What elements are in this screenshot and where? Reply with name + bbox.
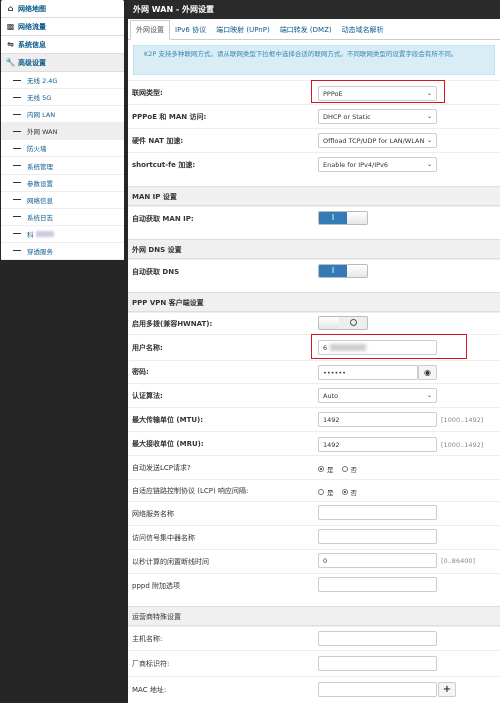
sidebar-item-traffic[interactable]: ▩ 网络流量 [1,18,124,36]
home-icon: ⌂ [7,4,14,13]
row-multi-dial: 启用多拨(兼容HWNAT): [128,312,500,334]
lcp-adaptive-radio: 是否 [318,487,357,497]
circle-icon [349,319,357,326]
sidebar-item-params[interactable]: 参数设置 [1,175,124,192]
radio-yes[interactable] [318,489,324,495]
mac-input[interactable] [318,682,437,697]
row-hw-nat: 硬件 NAT 加速: Offload TCP/UDP for LAN/WLAN ⌄ [128,128,500,152]
sidebar-item-firewall[interactable]: 防火墙 [1,140,124,158]
dash-icon [13,79,21,81]
row-mru: 最大接收单位 (MRU): 1492 [1000..1492] [128,431,500,455]
sidebar-item-system-log[interactable]: 系统日志 [1,209,124,226]
row-auth: 认证算法: Auto ⌄ [128,383,500,407]
dash-icon [13,250,21,252]
tab-ddns[interactable]: 动态域名解析 [337,20,389,39]
sidebar-item-wan[interactable]: 外网 WAN [1,123,124,141]
radio-no[interactable] [341,466,348,472]
highlight-box [311,334,467,359]
chevron-down-icon: ⌄ [426,161,432,168]
lcp-request-radio: 是否 [318,464,357,474]
dash-icon [13,233,21,235]
man-auto-ip-toggle[interactable]: I [318,211,368,225]
wrench-icon: 🔧 [5,58,16,67]
chevron-down-icon: ⌄ [426,392,432,399]
section-wan-dns: 外网 DNS 设置 [128,239,500,259]
page-title: 外网 WAN - 外网设置 [128,0,500,19]
chevron-down-icon: ⌄ [426,113,432,120]
dash-icon [13,130,21,132]
dash-icon [13,96,21,98]
sidebar-item-system-info[interactable]: ⇋ 系统信息 [1,36,124,54]
row-password: 密码: •••••• ◉ [128,360,500,383]
row-hostname: 主机名称: [128,626,500,650]
sidebar-item-lan[interactable]: 内网 LAN [1,106,124,124]
tab-ipv6[interactable]: IPv6 协议 [170,20,211,39]
pppd-opts-input[interactable] [318,577,437,592]
row-ac-name: 访问信号集中器名称 [128,525,500,549]
radio-no[interactable] [341,489,348,495]
hostname-input[interactable] [318,631,437,646]
shortcut-fe-select[interactable]: Enable for IPv4/IPv6 ⌄ [318,157,437,172]
dash-icon [13,147,21,149]
dash-icon [13,165,21,167]
sidebar-item-tunnel[interactable]: 穿透服务 [1,243,124,261]
section-ppp-vpn: PPP VPN 客户端设置 [128,292,500,312]
row-service-name: 网络服务名称 [128,501,500,525]
add-mac-button[interactable]: + [438,682,456,697]
row-shortcut-fe: shortcut-fe 加速: Enable for IPv4/IPv6 ⌄ [128,152,500,176]
dns-auto-toggle[interactable]: I [318,264,368,278]
pppoe-man-select[interactable]: DHCP or Static ⌄ [318,109,437,124]
tab-upnp[interactable]: 端口映射 (UPnP) [211,20,275,39]
dash-icon [13,182,21,184]
radio-yes[interactable] [318,466,324,472]
eye-icon[interactable]: ◉ [418,365,437,380]
tab-bar: 外网设置 IPv6 协议 端口映射 (UPnP) 端口转发 (DMZ) 动态域名… [128,19,500,40]
row-vendor: 厂商标识符: [128,650,500,676]
vendor-input[interactable] [318,656,437,671]
dash-icon [13,113,21,115]
mtu-input[interactable]: 1492 [318,412,437,427]
sidebar-item-wireless-5g[interactable]: 无线 5G [1,89,124,107]
tab-dmz[interactable]: 端口转发 (DMZ) [275,20,337,39]
sidebar-item-network-map[interactable]: ⌂ 网络地图 [1,0,124,18]
chevron-down-icon: ⌄ [426,137,432,144]
row-pppoe-man: PPPoE 和 MAN 访问: DHCP or Static ⌄ [128,104,500,128]
sidebar-item-wireless-24g[interactable]: 无线 2.4G [1,72,124,90]
row-mtu: 最大传输单位 (MTU): 1492 [1000..1492] [128,407,500,431]
row-idle-time: 以秒计算的闲置断线时间 0 [0..86400] [128,549,500,573]
password-input[interactable]: •••••• [318,365,418,380]
ac-name-input[interactable] [318,529,437,544]
sidebar: ⌂ 网络地图 ▩ 网络流量 ⇋ 系统信息 🔧 高级设置 无线 2.4G 无线 5G 内网… [0,0,125,703]
mru-input[interactable]: 1492 [318,437,437,452]
section-man-ip: MAN IP 设置 [128,186,500,206]
redacted-text [35,230,54,237]
row-lcp-request: 自动发送LCP请求? 是否 [128,455,500,479]
multi-dial-toggle[interactable] [318,316,368,330]
highlight-box [311,80,445,103]
service-name-input[interactable] [318,505,437,520]
row-mac: MAC 地址: + [128,676,500,702]
chart-icon: ▩ [6,22,15,31]
row-lcp-adaptive: 自适应链路控制协议 (LCP) 响应间隔: 是否 [128,479,500,501]
dash-icon [13,199,21,201]
tab-wan-settings[interactable]: 外网设置 [130,20,170,40]
idle-time-input[interactable]: 0 [318,553,437,568]
shuffle-icon: ⇋ [7,40,14,49]
info-alert: K2P 支持多种联网方式。请从联网类型下拉框中选择合适的联网方式。不同联网类型的… [133,45,495,75]
auth-select[interactable]: Auto ⌄ [318,388,437,403]
sidebar-item-system-admin[interactable]: 系统管理 [1,157,124,175]
sidebar-item-blurred[interactable]: 科 [1,226,124,243]
row-dns-auto: 自动获取 DNS I [128,259,500,283]
dash-icon [13,216,21,218]
hw-nat-select[interactable]: Offload TCP/UDP for LAN/WLAN ⌄ [318,133,437,148]
row-man-auto-ip: 自动获取 MAN IP: I [128,206,500,230]
section-isp: 运营商特殊设置 [128,606,500,626]
main-panel: 外网 WAN - 外网设置 外网设置 IPv6 协议 端口映射 (UPnP) 端… [128,0,500,703]
sidebar-nav: ⌂ 网络地图 ▩ 网络流量 ⇋ 系统信息 🔧 高级设置 无线 2.4G 无线 5G 内网… [1,0,124,261]
row-pppd-opts: pppd 附加选项 [128,573,500,597]
sidebar-item-network-info[interactable]: 网络信息 [1,192,124,209]
sidebar-item-advanced[interactable]: 🔧 高级设置 [1,54,124,72]
